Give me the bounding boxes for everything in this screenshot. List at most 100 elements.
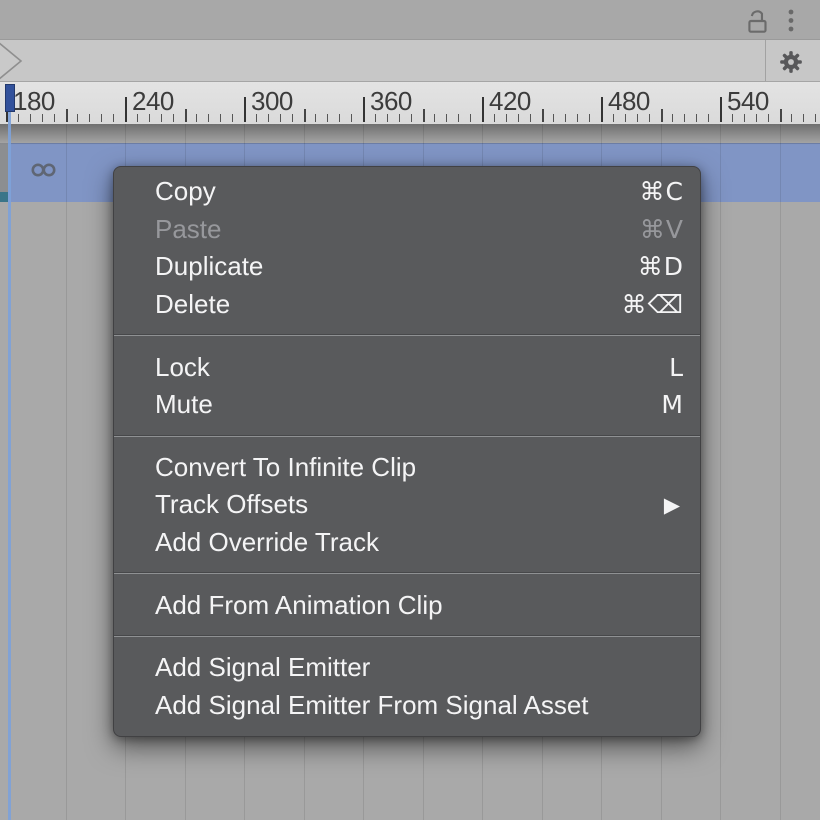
ruler-label: 480: [608, 86, 650, 117]
ruler-tick: [542, 109, 544, 122]
menu-item-track-offsets[interactable]: Track Offsets ▶: [114, 486, 700, 524]
ruler-tick: [113, 114, 114, 122]
ruler-tick: [220, 114, 221, 122]
ruler-tick: [339, 114, 340, 122]
ruler-tick: [315, 114, 316, 122]
ruler-tick: [89, 114, 90, 122]
ruler-tick: [708, 114, 709, 122]
menu-item-add-signal-emitter[interactable]: Add Signal Emitter: [114, 649, 700, 687]
ruler-label: 300: [251, 86, 293, 117]
playhead-line: [8, 111, 11, 820]
menu-item-label: Add From Animation Clip: [155, 590, 443, 621]
ruler-tick: [720, 97, 722, 122]
ruler-shadow: [0, 124, 820, 145]
infinity-icon: [31, 163, 58, 177]
menu-section: Add From Animation Clip: [114, 574, 700, 635]
chevron-collapse-icon[interactable]: [0, 40, 26, 82]
timeline-panel: 180 240 300 360 420 480 540 Copy ⌘C Paste ⌘V Dupli…: [0, 0, 820, 820]
menu-item-add-signal-emitter-from-signal-asset[interactable]: Add Signal Emitter From Signal Asset: [114, 687, 700, 725]
menu-item-shortcut: ⌘D: [638, 252, 684, 281]
ruler-tick: [470, 114, 471, 122]
ruler-tick: [601, 97, 603, 122]
ruler-tick: [434, 114, 435, 122]
ruler-tick: [791, 114, 792, 122]
menu-item-copy[interactable]: Copy ⌘C: [114, 173, 700, 211]
ruler-tick: [577, 114, 578, 122]
track-type-marker: [0, 192, 8, 202]
menu-item-lock[interactable]: Lock L: [114, 348, 700, 386]
menu-item-label: Convert To Infinite Clip: [155, 452, 416, 483]
menu-item-mute[interactable]: Mute M: [114, 386, 700, 424]
gridline: [780, 124, 781, 820]
menu-item-convert-to-infinite-clip[interactable]: Convert To Infinite Clip: [114, 449, 700, 487]
menu-item-label: Copy: [155, 176, 216, 207]
ruler-tick: [66, 109, 68, 122]
menu-section: Add Signal Emitter Add Signal Emitter Fro…: [114, 637, 700, 736]
menu-item-label: Track Offsets: [155, 489, 308, 520]
gridline: [66, 124, 67, 820]
ruler-label: 180: [13, 86, 55, 117]
submenu-arrow-icon: ▶: [664, 493, 684, 517]
time-ruler[interactable]: 180 240 300 360 420 480 540: [0, 82, 820, 124]
menu-section: Copy ⌘C Paste ⌘V Duplicate ⌘D Delete ⌘⌫: [114, 167, 700, 334]
ruler-tick: [684, 114, 685, 122]
menu-item-label: Duplicate: [155, 251, 263, 282]
ruler-tick: [208, 114, 209, 122]
ruler-tick: [565, 114, 566, 122]
ruler-tick: [423, 109, 425, 122]
menu-item-shortcut: ⌘C: [640, 177, 684, 206]
ruler-label: 540: [727, 86, 769, 117]
ruler-tick: [232, 114, 233, 122]
ruler-tick: [244, 97, 246, 122]
gear-icon[interactable]: [777, 49, 805, 75]
ruler-tick: [363, 97, 365, 122]
lock-open-icon[interactable]: [744, 6, 772, 36]
ruler-tick: [803, 114, 804, 122]
gridline: [720, 124, 721, 820]
menu-item-shortcut: ⌘V: [640, 215, 684, 244]
ruler-tick: [815, 114, 816, 122]
menu-item-label: Paste: [155, 214, 222, 245]
menu-item-duplicate[interactable]: Duplicate ⌘D: [114, 248, 700, 286]
ruler-tick: [446, 114, 447, 122]
ruler-tick: [327, 114, 328, 122]
ruler-label: 360: [370, 86, 412, 117]
menu-item-shortcut: ⌘⌫: [622, 290, 684, 319]
menu-section: Convert To Infinite Clip Track Offsets ▶ Ad…: [114, 437, 700, 573]
menu-item-add-override-track[interactable]: Add Override Track: [114, 524, 700, 562]
ruler-tick: [589, 114, 590, 122]
ruler-tick: [185, 109, 187, 122]
kebab-menu-icon[interactable]: [783, 7, 799, 35]
ruler-tick: [351, 114, 352, 122]
menu-item-label: Add Override Track: [155, 527, 379, 558]
menu-item-label: Add Signal Emitter From Signal Asset: [155, 690, 589, 721]
playhead-marker[interactable]: [5, 84, 15, 112]
ruler-tick: [77, 114, 78, 122]
menu-item-delete[interactable]: Delete ⌘⌫: [114, 286, 700, 324]
menu-item-label: Delete: [155, 289, 230, 320]
toolbar-divider: [765, 40, 766, 81]
ruler-tick: [458, 114, 459, 122]
ruler-tick: [482, 97, 484, 122]
ruler-tick: [101, 114, 102, 122]
ruler-tick: [672, 114, 673, 122]
ruler-tick: [696, 114, 697, 122]
context-menu: Copy ⌘C Paste ⌘V Duplicate ⌘D Delete ⌘⌫ Lock L Mut…: [113, 166, 701, 737]
menu-item-shortcut: M: [661, 390, 684, 419]
ruler-label: 420: [489, 86, 531, 117]
track-header-bar: [0, 40, 820, 82]
menu-item-paste: Paste ⌘V: [114, 211, 700, 249]
ruler-tick: [553, 114, 554, 122]
ruler-label: 240: [132, 86, 174, 117]
menu-item-shortcut: L: [669, 353, 684, 382]
ruler-tick: [780, 109, 782, 122]
ruler-tick: [661, 109, 663, 122]
menu-item-label: Mute: [155, 389, 213, 420]
ruler-tick: [125, 97, 127, 122]
menu-item-label: Add Signal Emitter: [155, 652, 370, 683]
menu-item-add-from-animation-clip[interactable]: Add From Animation Clip: [114, 586, 700, 624]
menu-section: Lock L Mute M: [114, 336, 700, 434]
menu-item-label: Lock: [155, 352, 210, 383]
ruler-tick: [304, 109, 306, 122]
timeline-toolbar: [0, 0, 820, 40]
